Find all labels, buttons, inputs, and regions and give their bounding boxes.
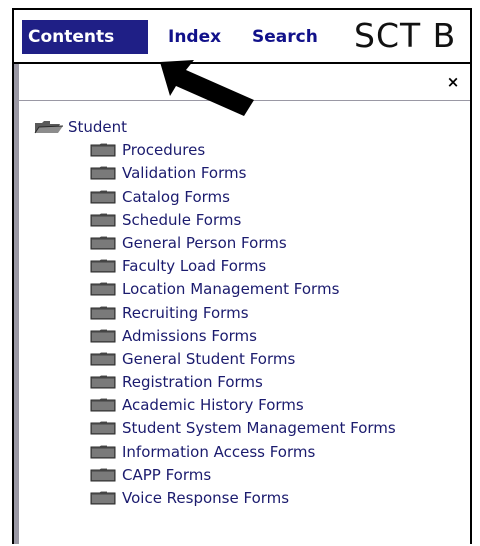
tree-node-label: Information Access Forms: [122, 442, 316, 461]
closed-folder-icon: [90, 468, 116, 482]
tree-node-item[interactable]: General Student Forms: [34, 348, 470, 371]
tree-node-label: Academic History Forms: [122, 396, 304, 415]
closed-folder-icon: [90, 190, 116, 204]
tree-node-label: CAPP Forms: [122, 465, 212, 484]
closed-folder-icon: [90, 306, 116, 319]
closed-folder-icon: [90, 421, 116, 435]
tree-node-item[interactable]: Voice Response Forms: [34, 487, 470, 510]
tree-node-item[interactable]: General Person Forms: [34, 232, 470, 255]
tree-node-item[interactable]: Schedule Forms: [34, 209, 470, 232]
open-folder-icon: [34, 121, 64, 134]
tab-search[interactable]: Search: [252, 20, 318, 54]
tree-node-label: Recruiting Forms: [122, 303, 249, 322]
tree-node-item[interactable]: Recruiting Forms: [34, 302, 470, 325]
tree-node-label: General Student Forms: [122, 349, 296, 368]
closed-folder-icon: [90, 166, 116, 180]
closed-folder-icon: [90, 282, 116, 296]
tree-node-label: General Person Forms: [122, 233, 287, 252]
closed-folder-icon: [90, 143, 116, 157]
left-border-stripe: [14, 64, 19, 544]
tree-node-label: Admissions Forms: [122, 326, 257, 345]
tree-node-item[interactable]: Admissions Forms: [34, 325, 470, 348]
tree-node-item[interactable]: Student System Management Forms: [34, 417, 470, 440]
tree-node-label: Student System Management Forms: [122, 419, 396, 438]
tree-node-label: Voice Response Forms: [122, 489, 290, 507]
closed-folder-icon: [90, 259, 116, 273]
closed-folder-icon: [90, 398, 116, 412]
closed-folder-icon: [90, 352, 116, 366]
tree-node-label: Registration Forms: [122, 373, 263, 392]
closed-folder-icon: [90, 491, 116, 505]
tree-node-item[interactable]: Faculty Load Forms: [34, 255, 470, 278]
contents-tree: Student Procedures Validation Forms Catalo…: [34, 116, 470, 510]
arrow-pointer-icon: [160, 60, 254, 116]
tab-contents[interactable]: Contents: [22, 20, 148, 54]
closed-folder-icon: [90, 213, 116, 227]
tree-node-label: Catalog Forms: [122, 187, 230, 206]
tree-node-label: Validation Forms: [122, 164, 247, 183]
closed-folder-icon: [90, 329, 116, 343]
tree-node-item[interactable]: Location Management Forms: [34, 278, 470, 301]
closed-folder-icon: [90, 236, 116, 250]
close-button[interactable]: ×: [444, 73, 462, 91]
tree-node-item[interactable]: Validation Forms: [34, 162, 470, 185]
tree-node-item[interactable]: CAPP Forms: [34, 464, 470, 487]
help-navigation-pane: Contents Index Search SCT B × Student Pr…: [12, 8, 472, 544]
tree-node-label: Faculty Load Forms: [122, 257, 267, 276]
tree-node-item[interactable]: Procedures: [34, 139, 470, 162]
tab-index[interactable]: Index: [168, 20, 221, 54]
tree-node-label: Location Management Forms: [122, 280, 340, 299]
tree-node-item[interactable]: Registration Forms: [34, 371, 470, 394]
tree-node-item[interactable]: Catalog Forms: [34, 186, 470, 209]
tree-node-item[interactable]: Information Access Forms: [34, 441, 470, 464]
tree-node-label: Student: [68, 118, 128, 136]
tree-node-label: Procedures: [122, 141, 206, 160]
closed-folder-icon: [90, 445, 116, 459]
app-title: SCT B: [354, 16, 457, 55]
tree-node-item[interactable]: Academic History Forms: [34, 394, 470, 417]
tree-node-label: Schedule Forms: [122, 210, 242, 229]
closed-folder-icon: [90, 375, 116, 389]
